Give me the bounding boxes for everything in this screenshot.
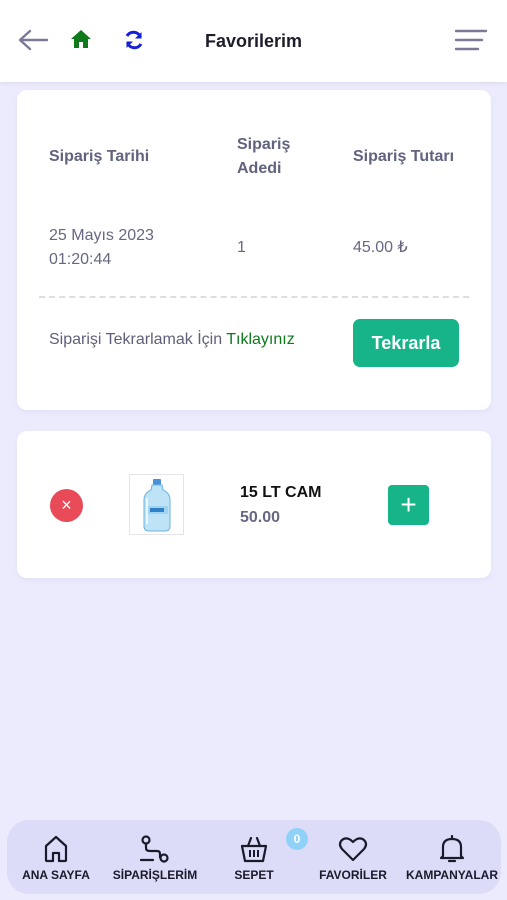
order-card: Sipariş Tarihi Sipariş Adedi Sipariş Tut… [17, 90, 491, 410]
order-count-header-line1: Sipariş [237, 136, 291, 153]
nav-item-orders[interactable]: SİPARİŞLERİM [105, 834, 205, 882]
order-count-header-line2: Adedi [237, 160, 282, 177]
nav-item-favorites[interactable]: FAVORİLER [303, 834, 403, 882]
menu-icon[interactable] [454, 26, 488, 59]
repeat-order-button[interactable]: Tekrarla [353, 319, 459, 367]
order-count-value: 1 [237, 239, 246, 256]
water-bottle-icon [143, 478, 170, 531]
page-title: Favorilerim [204, 31, 303, 51]
home-icon [44, 835, 68, 863]
nav-label-orders: SİPARİŞLERİM [112, 868, 198, 882]
order-count-header: Sipariş Adedi [237, 133, 290, 181]
nav-label-cart: SEPET [234, 868, 274, 882]
order-date-header: Sipariş Tarihi [49, 148, 150, 165]
nav-label-favorites: FAVORİLER [319, 868, 387, 882]
repeat-order-text: Siparişi Tekrarlamak İçin Tıklayınız [49, 331, 295, 349]
nav-item-campaigns[interactable]: KAMPANYALAR [402, 834, 502, 882]
remove-favorite-button[interactable]: × [50, 489, 83, 522]
top-bar: Favorilerim [0, 0, 507, 82]
product-name: 15 LT CAM [240, 484, 322, 501]
bell-icon [439, 834, 465, 863]
order-date-value: 25 Mayıs 2023 01:20:44 [49, 224, 154, 272]
heart-icon [338, 837, 368, 862]
product-price: 50.00 [240, 509, 281, 526]
basket-icon [240, 836, 268, 863]
route-icon [139, 835, 169, 863]
bottom-navigation: ANA SAYFA SİPARİŞLERİM SEPET 0 FAVORİLER… [7, 820, 501, 894]
divider [39, 296, 469, 298]
repeat-order-link[interactable]: Tıklayınız [226, 331, 294, 348]
add-to-cart-button[interactable]: + [388, 485, 429, 525]
product-image [129, 474, 184, 535]
nav-label-home: ANA SAYFA [22, 868, 90, 882]
order-total-header: Sipariş Tutarı [353, 148, 455, 165]
nav-item-home[interactable]: ANA SAYFA [6, 834, 106, 882]
order-total-value: 45.00 ₺ [353, 239, 408, 256]
nav-label-campaigns: KAMPANYALAR [405, 868, 498, 882]
repeat-order-prefix: Siparişi Tekrarlamak İçin [49, 331, 223, 348]
order-date: 25 Mayıs 2023 [49, 227, 154, 244]
order-time: 01:20:44 [49, 251, 112, 268]
favorite-product-card: × 15 LT CAM 50.00 + [17, 431, 491, 578]
